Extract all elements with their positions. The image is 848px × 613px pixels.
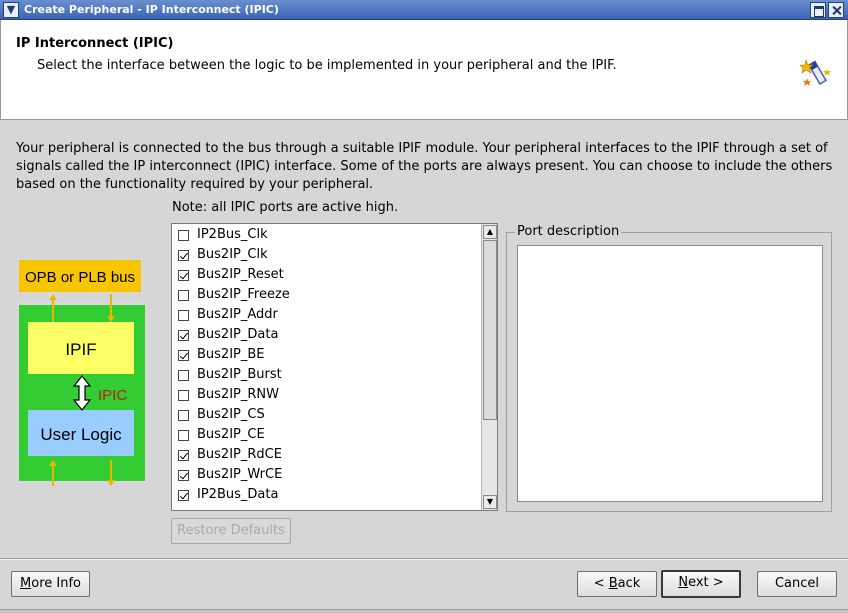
next-mnemonic: N	[678, 575, 689, 590]
port-checkbox[interactable]	[178, 390, 189, 401]
port-checkbox[interactable]	[178, 370, 189, 381]
next-button[interactable]: Next >	[661, 570, 741, 598]
port-item[interactable]: Bus2IP_Reset	[172, 265, 480, 285]
port-item[interactable]: Bus2IP_CS	[172, 405, 480, 425]
port-item[interactable]: Bus2IP_BE	[172, 345, 480, 365]
page-title: IP Interconnect (IPIC)	[16, 36, 174, 51]
intro-line: signals called the IP interconnect (IPIC…	[16, 159, 833, 174]
back-prefix: <	[593, 576, 609, 591]
port-checkbox[interactable]	[178, 490, 189, 501]
port-label: Bus2IP_BE	[197, 347, 265, 362]
bus-label: OPB or PLB bus	[25, 269, 135, 286]
title-bar: ▼ Create Peripheral - IP Interconnect (I…	[0, 0, 848, 20]
port-label: Bus2IP_Addr	[197, 307, 278, 322]
port-checkbox[interactable]	[178, 290, 189, 301]
port-label: Bus2IP_Burst	[197, 367, 282, 382]
wizard-header: IP Interconnect (IPIC) Select the interf…	[0, 20, 848, 120]
port-label: Bus2IP_CS	[197, 407, 265, 422]
port-item[interactable]: Bus2IP_CE	[172, 425, 480, 445]
close-icon[interactable]	[828, 2, 844, 18]
window-bottom-edge	[0, 609, 848, 613]
port-description-legend: Port description	[515, 224, 622, 239]
port-label: Bus2IP_Data	[197, 327, 279, 342]
port-item[interactable]: Bus2IP_Burst	[172, 365, 480, 385]
window-menu-icon[interactable]: ▼	[3, 2, 19, 18]
port-item[interactable]: Bus2IP_WrCE	[172, 465, 480, 485]
more-info-suffix: ore Info	[31, 576, 81, 591]
ipif-label: IPIF	[65, 340, 96, 359]
page-subtitle: Select the interface between the logic t…	[37, 58, 617, 73]
window-title: Create Peripheral - IP Interconnect (IPI…	[24, 3, 279, 16]
port-label: Bus2IP_Reset	[197, 267, 284, 282]
scroll-down-icon[interactable]: ▼	[483, 495, 497, 509]
port-list[interactable]: IP2Bus_Data Bus2IP_WrCE Bus2IP_RdCE Bus2IP_…	[171, 223, 498, 511]
port-label: Bus2IP_WrCE	[197, 467, 283, 482]
back-suffix: ack	[617, 576, 641, 591]
port-checkbox[interactable]	[178, 270, 189, 281]
port-list-scrollbar[interactable]: ▲ ▼	[481, 224, 497, 510]
port-item[interactable]: Bus2IP_RNW	[172, 385, 480, 405]
separator	[0, 558, 848, 560]
port-label: Bus2IP_Freeze	[197, 287, 290, 302]
next-suffix: ext >	[688, 575, 724, 590]
cancel-button[interactable]: Cancel	[757, 571, 837, 597]
port-checkbox[interactable]	[178, 330, 189, 341]
port-item[interactable]: IP2Bus_Data	[172, 485, 480, 505]
port-item[interactable]: IP2Bus_Clk	[172, 225, 480, 245]
more-info-mnemonic: M	[20, 576, 32, 591]
port-label: IP2Bus_Clk	[197, 227, 268, 242]
port-item[interactable]: Bus2IP_Clk	[172, 245, 480, 265]
port-description-text	[517, 245, 823, 502]
intro-text: Your peripheral is connected to the bus …	[16, 140, 836, 194]
port-item[interactable]: Bus2IP_Freeze	[172, 285, 480, 305]
restore-defaults-button[interactable]: Restore Defaults	[171, 518, 291, 544]
maximize-icon[interactable]	[810, 2, 826, 18]
port-item[interactable]: Bus2IP_Data	[172, 325, 480, 345]
ipic-diagram: OPB or PLB bus IPIF User Logic IPIC	[17, 258, 147, 486]
port-checkbox[interactable]	[178, 350, 189, 361]
wizard-icon	[800, 58, 831, 86]
port-checkbox[interactable]	[178, 230, 189, 241]
port-label: Bus2IP_RNW	[197, 387, 279, 402]
port-checkbox[interactable]	[178, 310, 189, 321]
user-logic-label: User Logic	[40, 425, 122, 444]
port-label: IP2Bus_Data	[197, 487, 279, 502]
intro-line: based on the functionality required by y…	[16, 177, 374, 192]
scroll-up-icon[interactable]: ▲	[483, 225, 497, 239]
more-info-button[interactable]: More Info	[11, 571, 90, 597]
back-button[interactable]: < Back	[577, 571, 657, 597]
port-item[interactable]: Bus2IP_RdCE	[172, 445, 480, 465]
active-high-note: Note: all IPIC ports are active high.	[172, 200, 399, 215]
port-label: Bus2IP_RdCE	[197, 447, 282, 462]
back-mnemonic: B	[608, 576, 618, 591]
port-checkbox[interactable]	[178, 470, 189, 481]
ipic-label: IPIC	[98, 387, 127, 404]
scroll-thumb[interactable]	[483, 240, 497, 420]
port-label: Bus2IP_CE	[197, 427, 265, 442]
port-checkbox[interactable]	[178, 450, 189, 461]
port-item[interactable]: Bus2IP_Addr	[172, 305, 480, 325]
port-checkbox[interactable]	[178, 430, 189, 441]
port-description-group: Port description	[506, 224, 832, 512]
intro-line: Your peripheral is connected to the bus …	[16, 141, 828, 156]
port-checkbox[interactable]	[178, 410, 189, 421]
port-checkbox[interactable]	[178, 250, 189, 261]
port-label: Bus2IP_Clk	[197, 247, 268, 262]
